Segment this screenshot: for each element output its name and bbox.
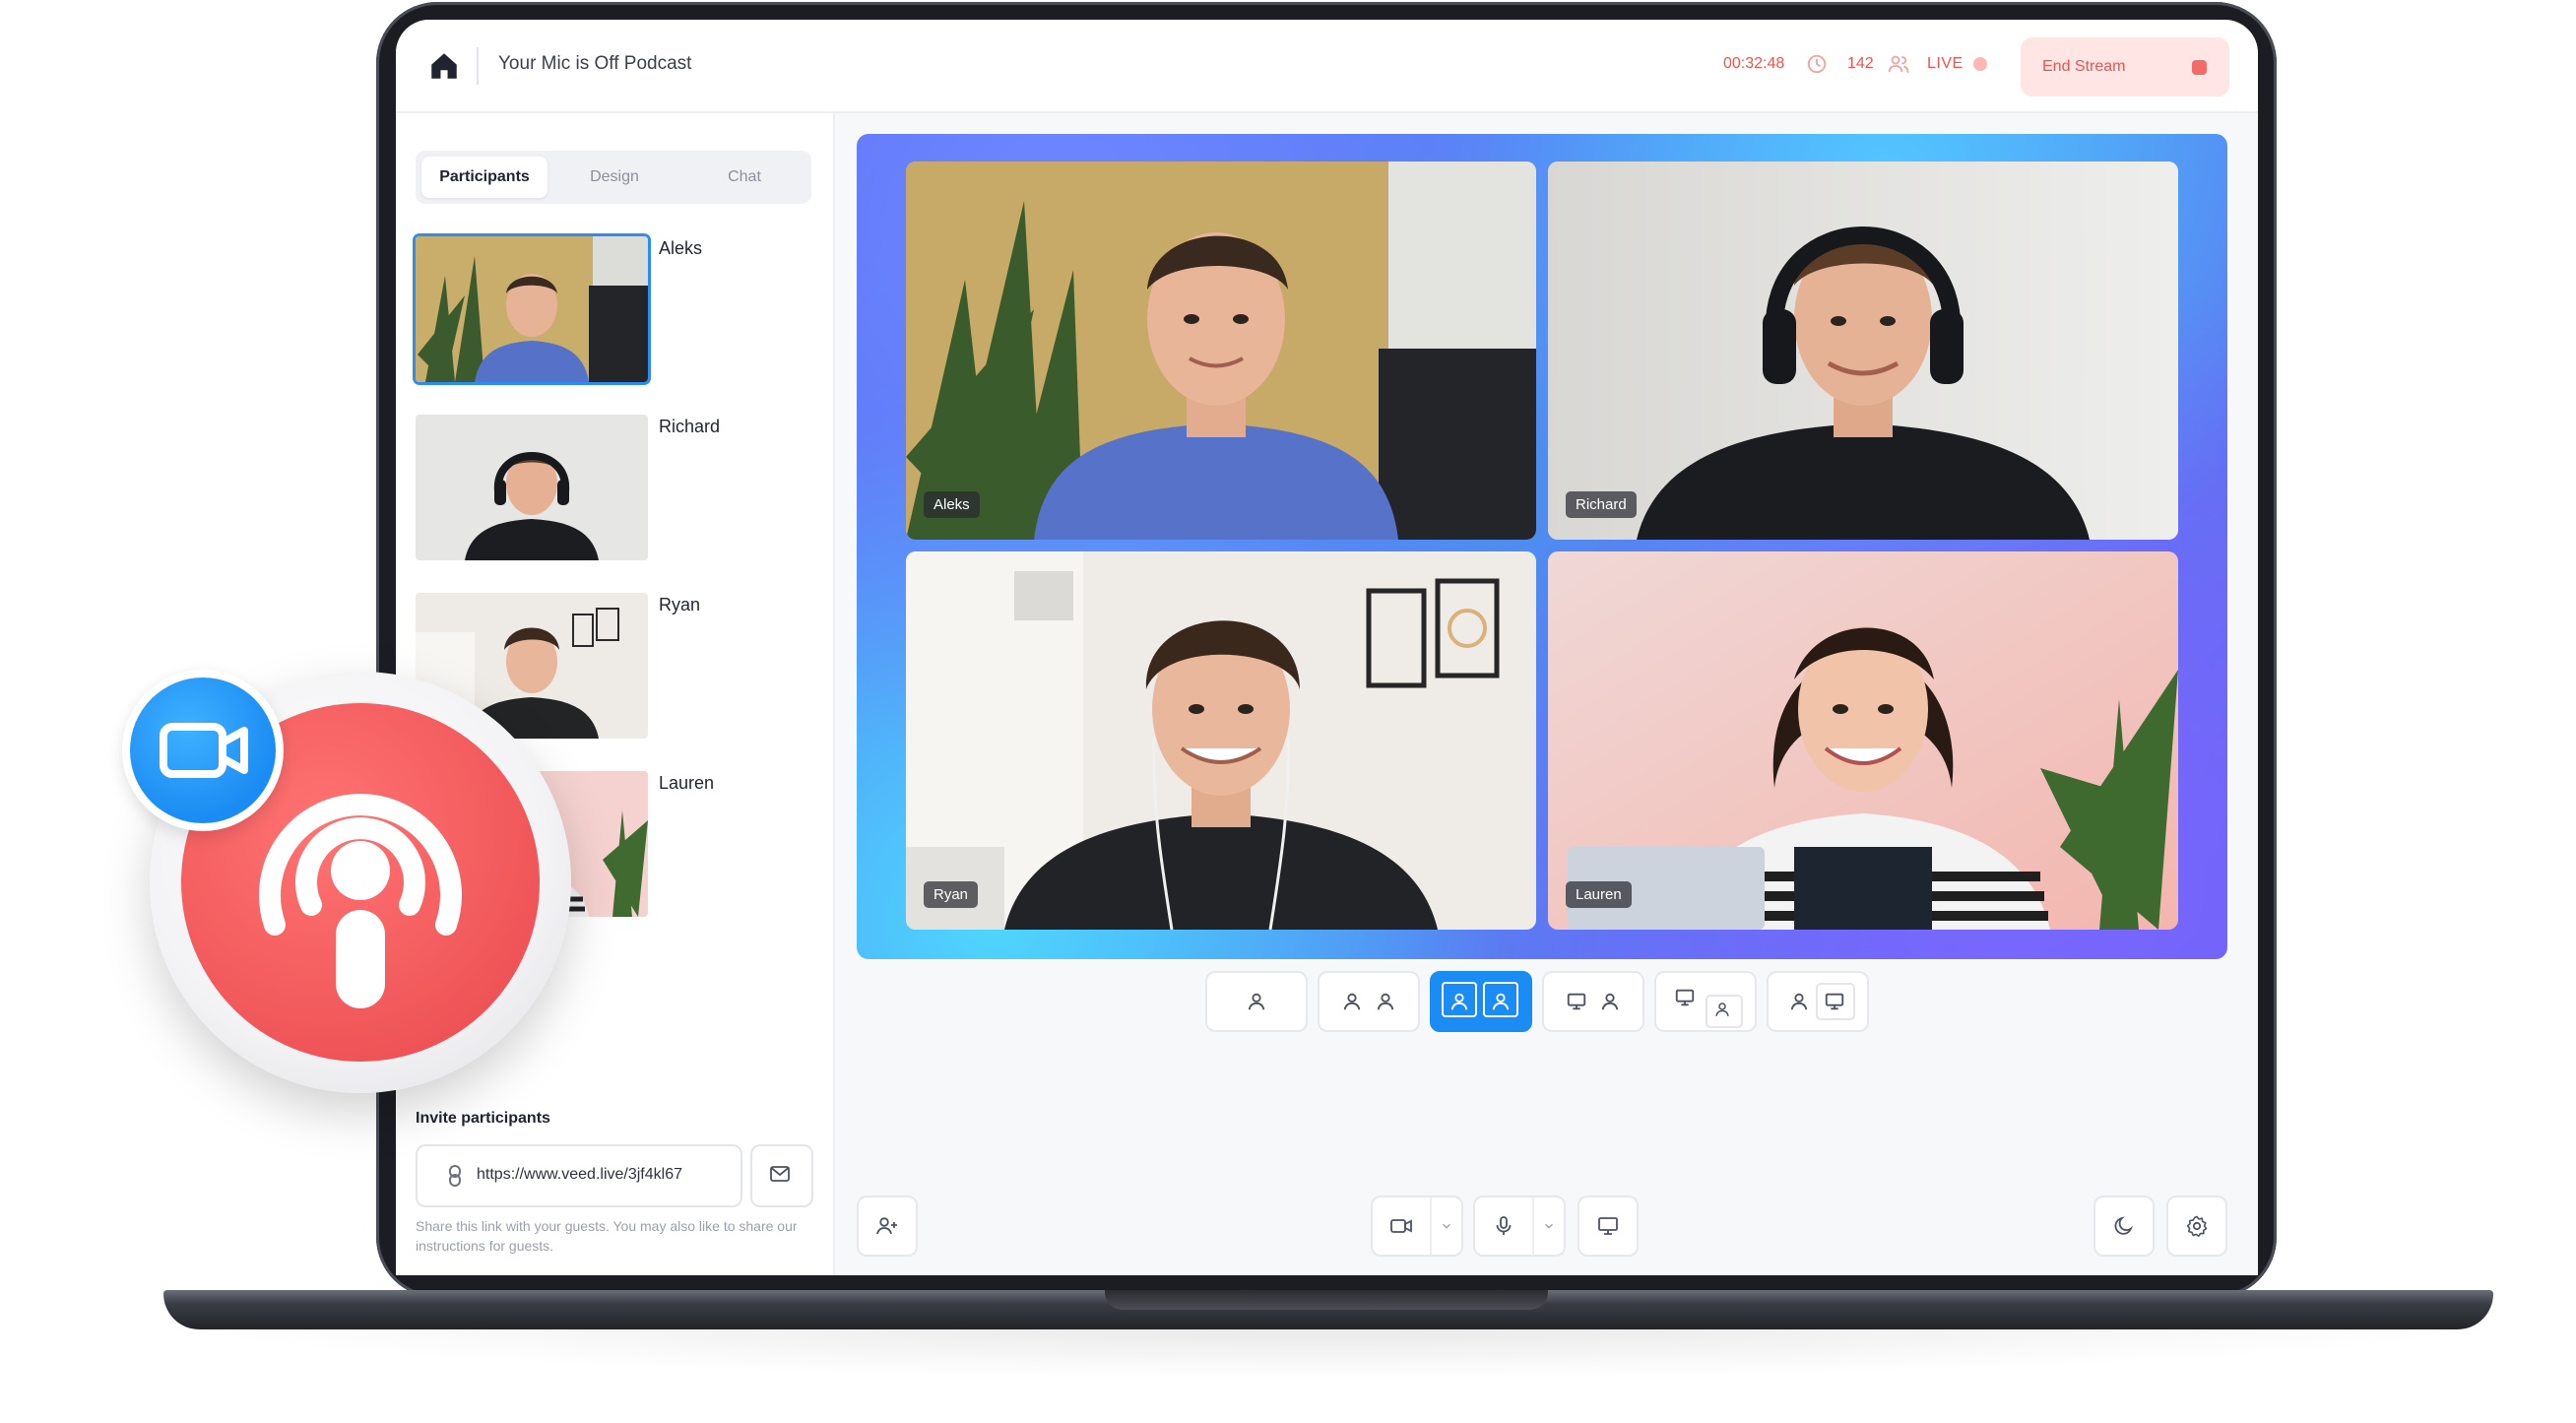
participant-name: Lauren	[659, 773, 715, 793]
top-bar: Your Mic is Off Podcast 00:32:48 142 LIV…	[396, 20, 2258, 113]
participant-name: Aleks	[659, 238, 703, 258]
microphone-icon	[1496, 1216, 1512, 1235]
laptop-notch	[1105, 1290, 1548, 1310]
gear-icon	[2186, 1215, 2208, 1237]
person-icon	[1450, 993, 1468, 1010]
monitor-icon	[1675, 989, 1695, 1006]
layout-two-person-grid[interactable]	[1430, 971, 1532, 1032]
live-label: LIVE	[1927, 55, 1964, 72]
home-icon	[431, 53, 457, 79]
stop-icon	[2192, 60, 2207, 75]
clock-icon	[1807, 54, 1827, 74]
stream-timer: 00:32:48	[1723, 55, 1785, 72]
live-indicator-dot	[1973, 57, 1987, 71]
screen-share-icon	[1598, 1217, 1618, 1235]
video-camera-icon	[160, 723, 248, 778]
chevron-down-icon[interactable]	[1542, 1219, 1556, 1233]
tab-participants[interactable]: Participants	[421, 157, 547, 198]
end-stream-label: End Stream	[2042, 58, 2126, 75]
participant-item-aleks[interactable]: Aleks	[416, 236, 809, 384]
layout-person-and-screen[interactable]	[1767, 971, 1869, 1032]
layout-screen-with-person-pip[interactable]	[1654, 971, 1757, 1032]
split-divider	[1430, 1197, 1432, 1255]
person-icon	[1492, 993, 1510, 1010]
add-participant-button[interactable]	[857, 1196, 918, 1257]
person-icon	[1601, 993, 1619, 1010]
people-icon	[1888, 55, 1909, 73]
monitor-icon	[1825, 993, 1844, 1010]
participant-name: Richard	[659, 417, 721, 436]
video-stage: Aleks Richard Ryan Lauren	[857, 134, 2227, 959]
title-divider	[477, 47, 479, 85]
email-invite-button[interactable]	[750, 1144, 813, 1207]
mail-icon	[770, 1166, 790, 1182]
participant-item-richard[interactable]: Richard	[416, 415, 809, 562]
person-icon	[1790, 993, 1808, 1010]
tile-name-label: Lauren	[1566, 881, 1632, 908]
chevron-down-icon[interactable]	[1440, 1219, 1453, 1233]
invite-link-text: https://www.veed.live/3jf4kl67	[477, 1166, 682, 1183]
person-icon	[1248, 993, 1265, 1010]
settings-button[interactable]	[2166, 1196, 2227, 1257]
microphone-button[interactable]	[1473, 1196, 1566, 1257]
video-tile-richard[interactable]: Richard	[1548, 162, 2178, 540]
participant-thumbnail	[416, 415, 648, 560]
tile-name-label: Ryan	[924, 881, 979, 908]
person-icon	[1343, 993, 1361, 1010]
video-tile-ryan[interactable]: Ryan	[906, 551, 1536, 930]
layout-single-person[interactable]	[1205, 971, 1308, 1032]
end-stream-button[interactable]: End Stream	[2021, 37, 2229, 97]
sidebar: Participants Design Chat Aleks Richard R…	[396, 113, 835, 1275]
page-title: Your Mic is Off Podcast	[498, 53, 692, 74]
tab-design[interactable]: Design	[551, 157, 677, 198]
camera-icon	[1390, 1219, 1412, 1233]
home-button[interactable]	[427, 49, 461, 83]
viewer-count: 142	[1847, 55, 1874, 72]
link-icon	[449, 1165, 461, 1187]
video-tile-aleks[interactable]: Aleks	[906, 162, 1536, 540]
add-person-icon	[876, 1217, 897, 1235]
video-badge	[130, 678, 276, 823]
camera-button[interactable]	[1371, 1196, 1463, 1257]
layout-screen-and-person[interactable]	[1542, 971, 1644, 1032]
split-divider	[1532, 1197, 1534, 1255]
dark-mode-button[interactable]	[2093, 1196, 2155, 1257]
participant-name: Ryan	[659, 595, 701, 614]
tile-name-label: Aleks	[924, 491, 980, 518]
monitor-icon	[1567, 993, 1586, 1010]
moon-icon	[2114, 1216, 2133, 1235]
app-screen: Your Mic is Off Podcast 00:32:48 142 LIV…	[396, 20, 2258, 1275]
layout-two-person-side[interactable]	[1318, 971, 1420, 1032]
participant-thumbnail	[416, 236, 648, 382]
sidebar-tabs: Participants Design Chat	[416, 151, 811, 204]
screen-share-button[interactable]	[1578, 1196, 1639, 1257]
tab-chat[interactable]: Chat	[681, 157, 807, 198]
person-icon	[1715, 1003, 1729, 1016]
video-tile-lauren[interactable]: Lauren	[1548, 551, 2178, 930]
invite-participants-title: Invite participants	[416, 1110, 550, 1127]
person-icon	[1377, 993, 1394, 1010]
tile-name-label: Richard	[1566, 491, 1637, 518]
invite-help-text: Share this link with your guests. You ma…	[416, 1218, 798, 1254]
invite-link-field[interactable]: https://www.veed.live/3jf4kl67	[416, 1144, 742, 1207]
